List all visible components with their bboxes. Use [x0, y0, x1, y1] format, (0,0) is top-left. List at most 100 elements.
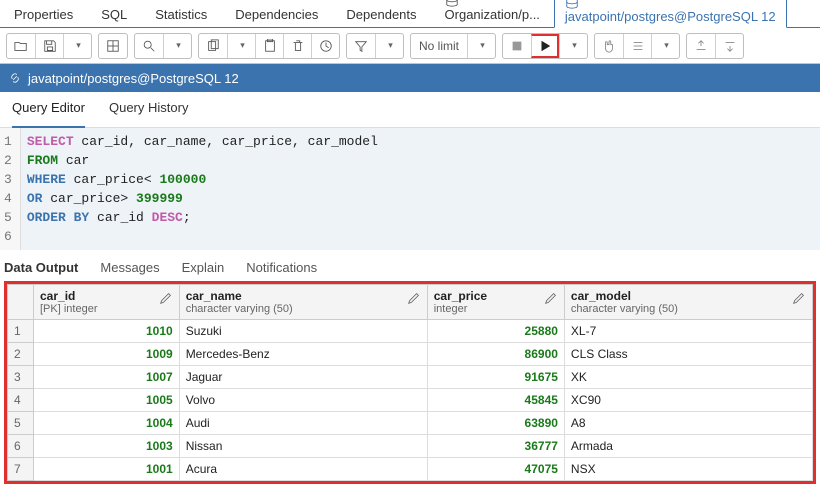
execute-dropdown[interactable] [559, 34, 587, 58]
filter-button[interactable] [347, 34, 375, 58]
commit-icon [694, 39, 708, 53]
table-row[interactable]: 71001Acura47075NSX [8, 458, 813, 481]
cell-car-price[interactable]: 45845 [427, 389, 564, 412]
row-number: 6 [8, 435, 34, 458]
cell-car-model[interactable]: CLS Class [564, 343, 812, 366]
cell-car-model[interactable]: XK [564, 366, 812, 389]
cell-car-id[interactable]: 1007 [34, 366, 180, 389]
cell-car-model[interactable]: A8 [564, 412, 812, 435]
cell-car-name[interactable]: Suzuki [179, 320, 427, 343]
play-icon [538, 39, 552, 53]
tab-organization[interactable]: Organization/p... [431, 0, 554, 27]
cell-car-id[interactable]: 1009 [34, 343, 180, 366]
save-button[interactable] [35, 34, 63, 58]
rollback-button[interactable] [715, 34, 743, 58]
tab-dependents[interactable]: Dependents [332, 2, 430, 27]
tab-organization-label: Organization/p... [445, 7, 540, 22]
table-row[interactable]: 51004Audi63890A8 [8, 412, 813, 435]
cell-car-price[interactable]: 63890 [427, 412, 564, 435]
pencil-icon[interactable] [159, 291, 173, 305]
col-car-price[interactable]: car_priceinteger [427, 285, 564, 320]
cell-car-price[interactable]: 91675 [427, 366, 564, 389]
trash-button[interactable] [283, 34, 311, 58]
find-dropdown[interactable] [163, 34, 191, 58]
paste-button[interactable] [255, 34, 283, 58]
trash-icon [291, 39, 305, 53]
col-car-name[interactable]: car_namecharacter varying (50) [179, 285, 427, 320]
copy-button[interactable] [199, 34, 227, 58]
rollback-icon [723, 39, 737, 53]
filter-dropdown[interactable] [375, 34, 403, 58]
cell-car-id[interactable]: 1003 [34, 435, 180, 458]
edit-button[interactable] [99, 34, 127, 58]
explain-dropdown[interactable] [651, 34, 679, 58]
cell-car-model[interactable]: NSX [564, 458, 812, 481]
cell-car-model[interactable]: Armada [564, 435, 812, 458]
tab-statistics[interactable]: Statistics [141, 2, 221, 27]
find-button[interactable] [135, 34, 163, 58]
tab-sql[interactable]: SQL [87, 2, 141, 27]
tab-query-history[interactable]: Query History [109, 100, 188, 121]
link-icon [8, 71, 22, 85]
table-row[interactable]: 31007Jaguar91675XK [8, 366, 813, 389]
history-button[interactable] [311, 34, 339, 58]
commit-button[interactable] [687, 34, 715, 58]
cell-car-name[interactable]: Jaguar [179, 366, 427, 389]
tab-query-editor[interactable]: Query Editor [12, 100, 85, 128]
cell-car-price[interactable]: 86900 [427, 343, 564, 366]
search-icon [142, 39, 156, 53]
table-row[interactable]: 61003Nissan36777Armada [8, 435, 813, 458]
cell-car-id[interactable]: 1001 [34, 458, 180, 481]
col-car-id[interactable]: car_id[PK] integer [34, 285, 180, 320]
limit-dropdown[interactable] [467, 34, 495, 58]
tab-messages[interactable]: Messages [100, 260, 159, 275]
pencil-icon[interactable] [792, 291, 806, 305]
cell-car-name[interactable]: Audi [179, 412, 427, 435]
cell-car-name[interactable]: Volvo [179, 389, 427, 412]
tab-data-output[interactable]: Data Output [4, 260, 78, 275]
table-row[interactable]: 21009Mercedes-Benz86900CLS Class [8, 343, 813, 366]
tab-dependencies[interactable]: Dependencies [221, 2, 332, 27]
copy-icon [206, 39, 220, 53]
pencil-icon[interactable] [544, 291, 558, 305]
execute-button[interactable] [531, 34, 559, 58]
database-icon [445, 0, 459, 7]
clipboard-icon [263, 39, 277, 53]
tab-properties[interactable]: Properties [0, 2, 87, 27]
copy-dropdown[interactable] [227, 34, 255, 58]
row-number: 4 [8, 389, 34, 412]
stop-button[interactable] [503, 34, 531, 58]
row-number: 2 [8, 343, 34, 366]
output-tabs: Data Output Messages Explain Notificatio… [0, 250, 820, 281]
cell-car-model[interactable]: XL-7 [564, 320, 812, 343]
cell-car-model[interactable]: XC90 [564, 389, 812, 412]
limit-select[interactable]: No limit [411, 39, 467, 53]
open-file-button[interactable] [7, 34, 35, 58]
cell-car-id[interactable]: 1004 [34, 412, 180, 435]
cell-car-name[interactable]: Nissan [179, 435, 427, 458]
funnel-icon [354, 39, 368, 53]
cell-car-id[interactable]: 1010 [34, 320, 180, 343]
pencil-icon[interactable] [407, 291, 421, 305]
sql-editor[interactable]: 123 456 SELECT car_id, car_name, car_pri… [0, 128, 820, 250]
tab-explain[interactable]: Explain [182, 260, 225, 275]
tab-notifications[interactable]: Notifications [246, 260, 317, 275]
col-car-model[interactable]: car_modelcharacter varying (50) [564, 285, 812, 320]
cell-car-price[interactable]: 25880 [427, 320, 564, 343]
table-row[interactable]: 11010Suzuki25880XL-7 [8, 320, 813, 343]
cell-car-price[interactable]: 47075 [427, 458, 564, 481]
cell-car-id[interactable]: 1005 [34, 389, 180, 412]
explain-analyze-button[interactable] [623, 34, 651, 58]
cell-car-name[interactable]: Mercedes-Benz [179, 343, 427, 366]
hand-icon [602, 39, 616, 53]
explain-button[interactable] [595, 34, 623, 58]
table-row[interactable]: 41005Volvo45845XC90 [8, 389, 813, 412]
row-number: 3 [8, 366, 34, 389]
cell-car-price[interactable]: 36777 [427, 435, 564, 458]
tab-connection-active[interactable]: javatpoint/postgres@PostgreSQL 12 [554, 0, 787, 28]
save-dropdown[interactable] [63, 34, 91, 58]
tab-connection-label: javatpoint/postgres@PostgreSQL 12 [565, 9, 776, 24]
row-number: 7 [8, 458, 34, 481]
cell-car-name[interactable]: Acura [179, 458, 427, 481]
editor-tabs: Query Editor Query History [0, 92, 820, 128]
